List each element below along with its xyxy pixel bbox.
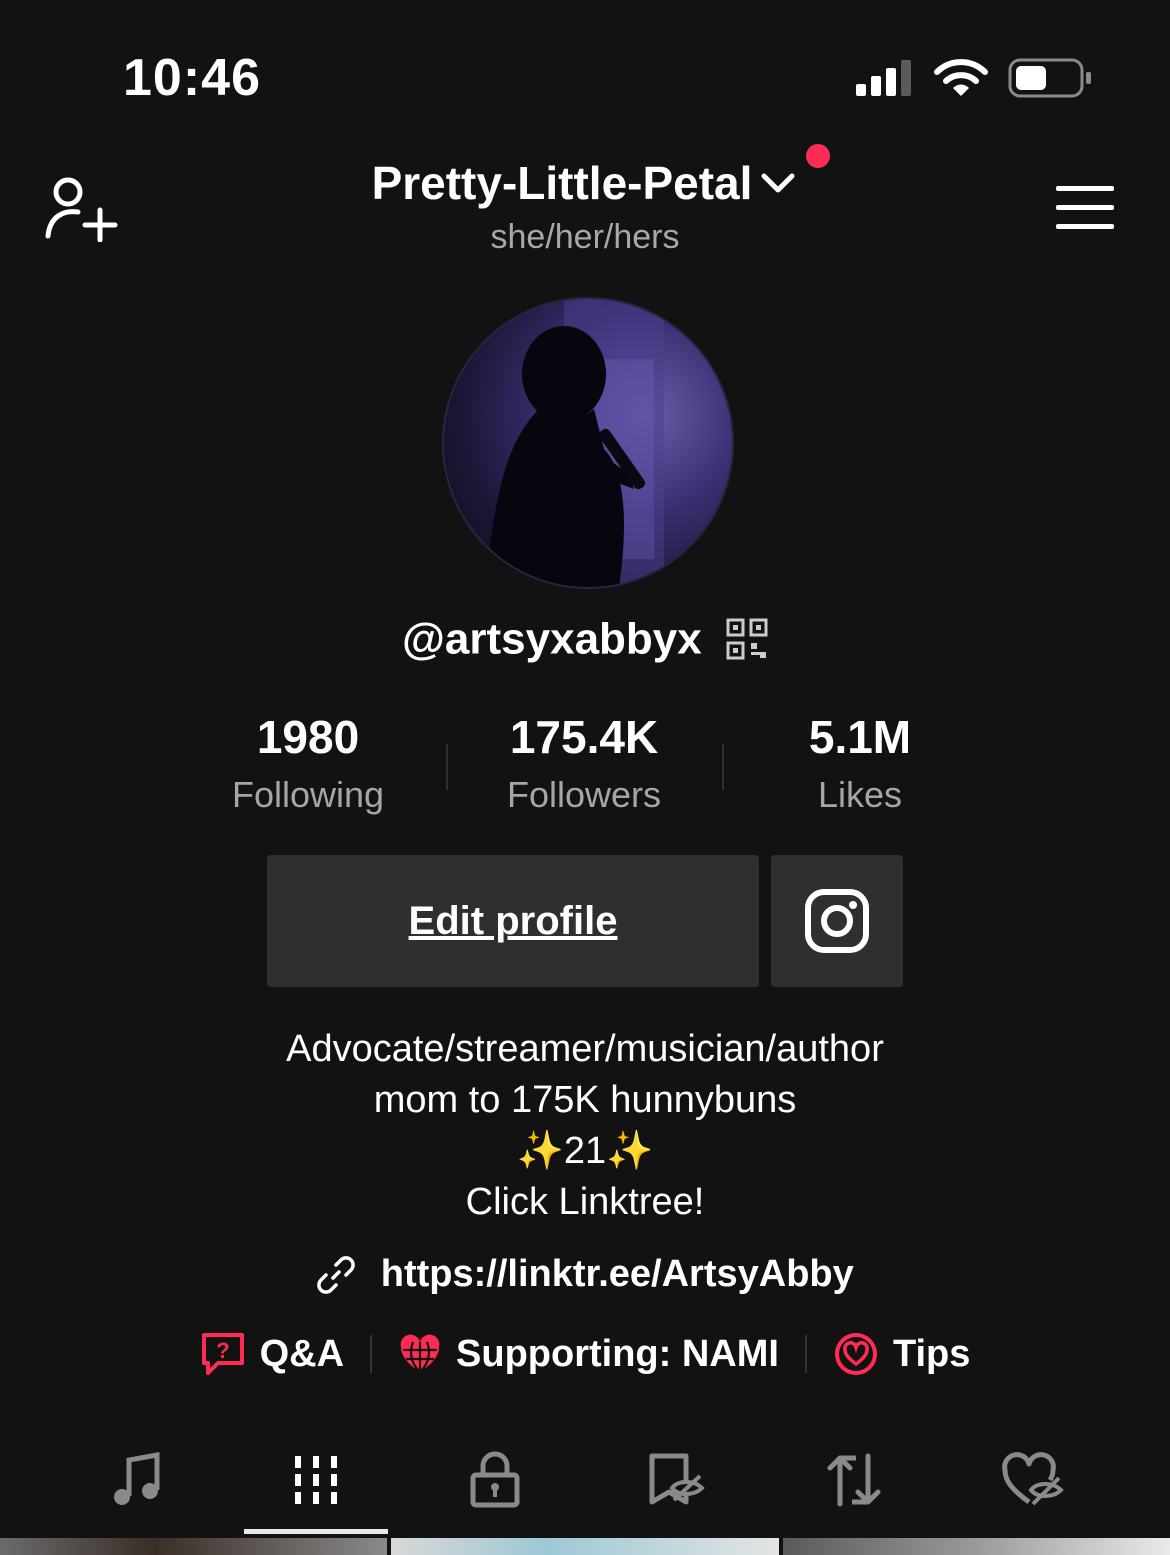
avatar-silhouette [484, 299, 664, 587]
stat-value: 1980 [256, 711, 360, 763]
link-url: https://linktr.ee/ArtsyAbby [380, 1253, 854, 1296]
tab-private[interactable] [445, 1430, 545, 1530]
lock-icon [470, 1451, 520, 1508]
qr-code-icon[interactable] [726, 618, 768, 660]
stat-label: Likes [817, 774, 903, 815]
video-thumbnail[interactable] [391, 1538, 779, 1555]
username: @artsyxabbyx [402, 614, 702, 664]
svg-text:?: ? [216, 1338, 229, 1363]
tab-videos[interactable] [266, 1430, 366, 1530]
status-bar: 10:46 [0, 0, 1170, 150]
active-tab-indicator [244, 1529, 388, 1534]
tips-chip[interactable]: Tips [833, 1331, 970, 1377]
stat-divider [722, 744, 724, 790]
hamburger-menu-icon[interactable] [1054, 184, 1116, 232]
stat-followers[interactable]: 175.4K Followers [454, 710, 714, 816]
bio-line: mom to 175K hunnybuns [373, 1079, 797, 1121]
tab-favorites[interactable] [626, 1430, 726, 1530]
link-icon [317, 1256, 356, 1294]
globe-heart-icon [400, 1334, 440, 1373]
stat-value: 5.1M [808, 711, 912, 763]
tab-sounds[interactable] [87, 1430, 187, 1530]
supporting-chip[interactable]: Supporting: NAMI [398, 1332, 779, 1376]
tab-reposts[interactable] [804, 1430, 904, 1530]
stat-label: Following [231, 774, 385, 815]
videos-grid-icon [295, 1456, 337, 1504]
bio-line: Advocate/streamer/musician/author [286, 1028, 884, 1070]
chip-divider [370, 1335, 373, 1373]
qa-chip[interactable]: ? Q&A [200, 1331, 344, 1377]
music-icon [114, 1452, 160, 1505]
status-time: 10:46 [123, 49, 261, 107]
profile-header: Pretty-Little-Petal she/her/hers [0, 144, 1170, 270]
chip-divider [804, 1335, 807, 1373]
video-thumbnail[interactable] [782, 1538, 1170, 1555]
chip-label: Tips [892, 1332, 971, 1375]
edit-profile-button[interactable]: Edit profile [267, 855, 759, 987]
tab-liked[interactable] [983, 1430, 1083, 1530]
battery-icon [1008, 58, 1091, 98]
stat-value: 175.4K [509, 711, 659, 763]
profile-stats: 1980 Following 175.4K Followers 5.1M Lik… [0, 710, 1170, 820]
bio-line: ✨21✨ [516, 1130, 654, 1172]
stat-label: Followers [506, 774, 662, 815]
stat-divider [446, 744, 448, 790]
stat-following[interactable]: 1980 Following [178, 710, 438, 816]
stat-likes[interactable]: 5.1M Likes [730, 710, 990, 816]
chevron-down-icon [761, 173, 795, 193]
tips-icon [834, 1333, 877, 1375]
chip-label: Supporting: NAMI [456, 1332, 779, 1375]
pronouns: she/her/hers [490, 218, 680, 256]
instagram-button[interactable] [771, 855, 903, 987]
bio-link[interactable]: https://linktr.ee/ArtsyAbby [0, 1252, 1170, 1296]
account-switcher[interactable]: Pretty-Little-Petal she/her/hers [0, 144, 1170, 257]
notification-dot [806, 144, 831, 168]
username-row: @artsyxabbyx [0, 612, 1170, 664]
profile-display-name: Pretty-Little-Petal [371, 157, 753, 209]
reposts-icon [827, 1453, 881, 1507]
video-thumbnail[interactable] [0, 1538, 388, 1555]
video-grid [0, 1538, 1170, 1555]
qa-icon: ? [201, 1333, 244, 1375]
liked-hidden-icon [1002, 1452, 1064, 1506]
profile-chips: ? Q&A Supporting: NAMI Tips [0, 1328, 1170, 1380]
content-tabs [0, 1430, 1170, 1530]
favorites-hidden-icon [649, 1453, 705, 1505]
profile-bio: Advocate/streamer/musician/author mom to… [0, 1024, 1170, 1228]
chip-label: Q&A [259, 1332, 345, 1375]
instagram-icon [805, 889, 869, 953]
avatar[interactable] [442, 297, 734, 589]
cellular-signal-icon [856, 60, 911, 96]
bio-line: Click Linktree! [465, 1181, 705, 1223]
wifi-icon [934, 59, 988, 96]
